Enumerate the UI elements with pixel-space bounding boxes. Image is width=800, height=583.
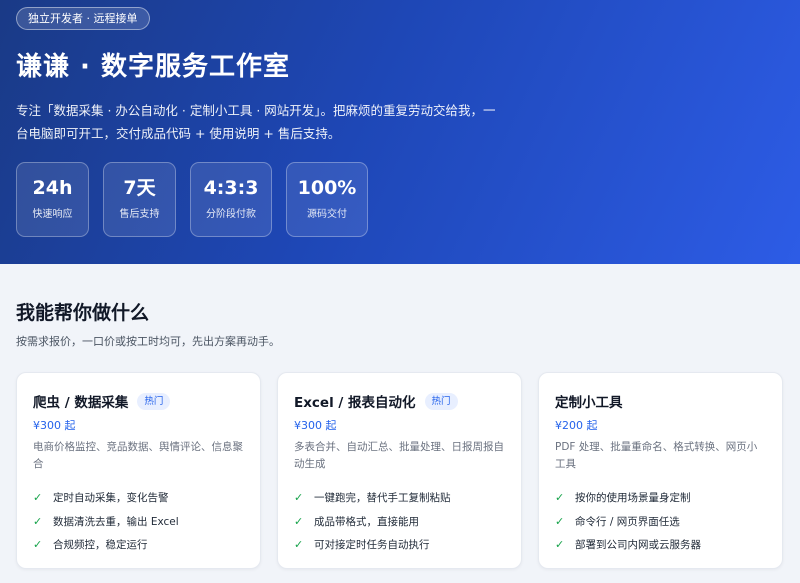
section-title: 我能帮你做什么 bbox=[16, 302, 150, 324]
feature-text: 定时自动采集，变化告警 bbox=[53, 492, 169, 505]
check-icon: ✓ bbox=[555, 514, 565, 528]
check-icon: ✓ bbox=[294, 538, 304, 552]
feature-item: ✓ 合规频控，稳定运行 bbox=[33, 533, 244, 557]
feature-item: ✓ 部署到公司内网或云服务器 bbox=[555, 533, 766, 557]
service-cards: 爬虫 / 数据采集 热门 ¥300 起 电商价格监控、竞品数据、舆情评论、信息聚… bbox=[16, 372, 784, 569]
hero-description: 专注「数据采集 · 办公自动化 · 定制小工具 · 网站开发」。把麻烦的重复劳动… bbox=[16, 103, 496, 141]
section-subtitle: 按需求报价，一口价或按工时均可，先出方案再动手。 bbox=[16, 335, 280, 348]
stat-value: 7天 bbox=[123, 177, 156, 199]
stat-label: 分阶段付款 bbox=[206, 209, 256, 220]
hero-badge: 独立开发者 · 远程接单 bbox=[16, 7, 150, 30]
stat-label: 售后支持 bbox=[119, 209, 160, 220]
stats-row: 24h 快速响应 7天 售后支持 4:3:3 分阶段付款 100% 源码交付 bbox=[16, 162, 784, 237]
service-card-tools[interactable]: 定制小工具 ¥200 起 PDF 处理、批量重命名、格式转换、网页小工具 ✓ 按你… bbox=[538, 372, 783, 569]
hot-tag: 热门 bbox=[424, 392, 458, 410]
card-price: ¥300 起 bbox=[294, 419, 337, 432]
check-icon: ✓ bbox=[294, 514, 304, 528]
stat-card: 100% 源码交付 bbox=[286, 162, 368, 237]
feature-text: 数据清洗去重，输出 Excel bbox=[53, 515, 179, 528]
stat-card: 4:3:3 分阶段付款 bbox=[190, 162, 272, 237]
check-icon: ✓ bbox=[555, 491, 565, 505]
card-title: 爬虫 / 数据采集 bbox=[33, 395, 129, 411]
feature-text: 部署到公司内网或云服务器 bbox=[575, 539, 701, 552]
feature-text: 按你的使用场景量身定制 bbox=[575, 492, 691, 505]
card-description: 电商价格监控、竞品数据、舆情评论、信息聚合 bbox=[33, 441, 243, 470]
check-icon: ✓ bbox=[33, 514, 43, 528]
feature-item: ✓ 可对接定时任务自动执行 bbox=[294, 533, 505, 557]
card-title: 定制小工具 bbox=[555, 395, 623, 411]
service-card-excel[interactable]: Excel / 报表自动化 热门 ¥300 起 多表合并、自动汇总、批量处理、日… bbox=[277, 372, 522, 569]
check-icon: ✓ bbox=[555, 538, 565, 552]
feature-text: 命令行 / 网页界面任选 bbox=[575, 515, 680, 528]
feature-item: ✓ 按你的使用场景量身定制 bbox=[555, 486, 766, 510]
feature-item: ✓ 定时自动采集，变化告警 bbox=[33, 486, 244, 510]
card-header: Excel / 报表自动化 热门 bbox=[294, 391, 505, 411]
stat-value: 4:3:3 bbox=[203, 177, 259, 199]
stat-card: 24h 快速响应 bbox=[16, 162, 89, 237]
card-header: 爬虫 / 数据采集 热门 bbox=[33, 391, 244, 411]
card-price: ¥200 起 bbox=[555, 419, 598, 432]
feature-list: ✓ 定时自动采集，变化告警 ✓ 数据清洗去重，输出 Excel ✓ 合规频控，稳定运行 bbox=[33, 486, 244, 557]
feature-item: ✓ 命令行 / 网页界面任选 bbox=[555, 510, 766, 534]
feature-list: ✓ 一键跑完，替代手工复制粘贴 ✓ 成品带格式，直接能用 ✓ 可对接定时任务自动执行 bbox=[294, 486, 505, 557]
feature-item: ✓ 一键跑完，替代手工复制粘贴 bbox=[294, 486, 505, 510]
check-icon: ✓ bbox=[294, 491, 304, 505]
hero-section: 独立开发者 · 远程接单 谦谦 · 数字服务工作室 专注「数据采集 · 办公自动… bbox=[0, 0, 800, 264]
check-icon: ✓ bbox=[33, 538, 43, 552]
page-title: 谦谦 · 数字服务工作室 bbox=[16, 52, 290, 82]
hot-tag: 热门 bbox=[137, 392, 171, 410]
feature-text: 合规频控，稳定运行 bbox=[53, 539, 148, 552]
card-description: PDF 处理、批量重命名、格式转换、网页小工具 bbox=[555, 441, 758, 470]
card-header: 定制小工具 bbox=[555, 391, 766, 411]
card-description: 多表合并、自动汇总、批量处理、日报周报自动生成 bbox=[294, 441, 504, 470]
feature-item: ✓ 成品带格式，直接能用 bbox=[294, 510, 505, 534]
feature-text: 可对接定时任务自动执行 bbox=[314, 539, 430, 552]
service-card-scraping[interactable]: 爬虫 / 数据采集 热门 ¥300 起 电商价格监控、竞品数据、舆情评论、信息聚… bbox=[16, 372, 261, 569]
feature-text: 成品带格式，直接能用 bbox=[314, 515, 419, 528]
stat-label: 快速响应 bbox=[32, 209, 73, 220]
stat-value: 100% bbox=[297, 177, 357, 199]
stat-value: 24h bbox=[32, 177, 73, 199]
card-title: Excel / 报表自动化 bbox=[294, 395, 416, 411]
feature-item: ✓ 数据清洗去重，输出 Excel bbox=[33, 510, 244, 534]
services-section: 我能帮你做什么 按需求报价，一口价或按工时均可，先出方案再动手。 爬虫 / 数据… bbox=[0, 300, 800, 569]
feature-text: 一键跑完，替代手工复制粘贴 bbox=[314, 492, 451, 505]
stat-card: 7天 售后支持 bbox=[103, 162, 176, 237]
feature-list: ✓ 按你的使用场景量身定制 ✓ 命令行 / 网页界面任选 ✓ 部署到公司内网或云服务器 bbox=[555, 486, 766, 557]
stat-label: 源码交付 bbox=[307, 209, 347, 220]
card-price: ¥300 起 bbox=[33, 419, 76, 432]
check-icon: ✓ bbox=[33, 491, 43, 505]
